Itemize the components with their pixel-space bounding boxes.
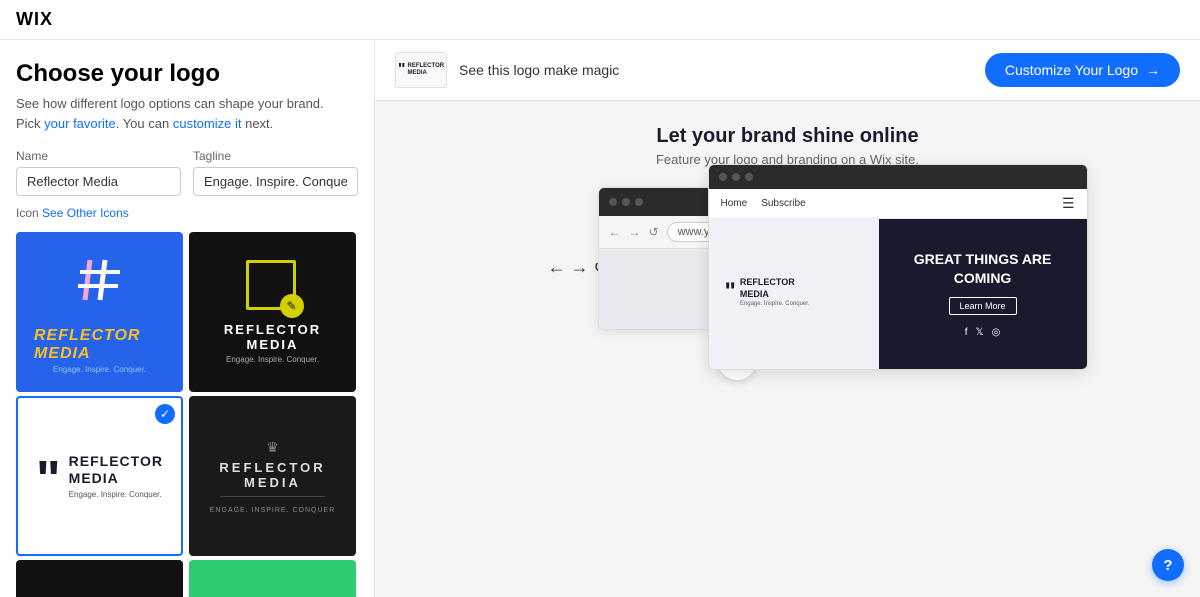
nav-link-subscribe[interactable]: Subscribe — [761, 198, 805, 209]
site-logo-tagline: Engage. Inspire. Conquer. — [740, 301, 810, 307]
site-logo-area: " REFLECTORMEDIA Engage. Inspire. Conque… — [725, 277, 810, 306]
card2-brand-name: REFLECTOR MEDIA — [207, 322, 338, 352]
card3-text: REFLECTORMEDIA Engage. Inspire. Conquer. — [69, 453, 163, 500]
logo-card-1[interactable]: Reflector Media Engage. Inspire. Conquer… — [16, 232, 183, 392]
twitter-icon[interactable]: 𝕏 — [976, 327, 984, 338]
logo-grid: Reflector Media Engage. Inspire. Conquer… — [16, 232, 358, 597]
card2-tagline: Engage. Inspire. Conquer. — [226, 355, 319, 364]
site-logo-name: REFLECTORMEDIA — [740, 277, 810, 300]
card1-tagline: Engage. Inspire. Conquer. — [53, 365, 146, 374]
browser-dot-3 — [635, 198, 643, 206]
subtitle-text2-prefix: Pick — [16, 116, 44, 131]
divider — [220, 496, 325, 497]
customize-button-label: Customize Your Logo — [1005, 62, 1138, 78]
card3-tagline: Engage. Inspire. Conquer. — [69, 490, 163, 499]
brand-shine-section: Let your brand shine online Feature your… — [375, 101, 1200, 597]
nav-back-icon[interactable]: ← — [609, 225, 621, 239]
tagline-label: Tagline — [193, 149, 358, 163]
card4-brand-name: Reflector Media — [207, 460, 338, 490]
doc-icon: ✎ — [246, 260, 300, 314]
site-right-panel: GREAT THINGS ARE COMING Learn More f 𝕏 ◎ — [879, 219, 1087, 369]
tagline-field-group: Tagline — [193, 149, 358, 196]
favorite-link[interactable]: your favorite — [44, 116, 116, 131]
left-panel: Choose your logo See how different logo … — [0, 40, 375, 597]
help-button[interactable]: ? — [1152, 549, 1184, 581]
card3-brand-name: REFLECTORMEDIA — [69, 453, 163, 487]
logo-card-4[interactable]: ♛ Reflector Media ENGAGE. INSPIRE. CONQU… — [189, 396, 356, 556]
subtitle-text1: See how different logo options can shape… — [16, 96, 324, 111]
logo-preview-bar: " REFLECTORMEDIA See this logo make magi… — [375, 40, 1200, 101]
logo-card-2[interactable]: ✎ REFLECTOR MEDIA Engage. Inspire. Conqu… — [189, 232, 356, 392]
site-logo-text-block: REFLECTORMEDIA Engage. Inspire. Conquer. — [740, 277, 810, 306]
icon-row: Icon See Other Icons — [16, 206, 358, 220]
top-bar: WIX — [0, 0, 1200, 40]
site-preview-window: Home Subscribe ☰ " REFLECTORMEDIA — [708, 164, 1088, 370]
customize-button[interactable]: Customize Your Logo → — [985, 53, 1180, 87]
logo-card-5[interactable] — [16, 560, 183, 597]
selected-check: ✓ — [155, 404, 175, 424]
nav-link-home[interactable]: Home — [721, 198, 748, 209]
site-dot-2 — [732, 173, 740, 181]
site-quote-icon: " — [725, 282, 736, 301]
logo-card-6[interactable] — [189, 560, 356, 597]
site-left-panel: " REFLECTORMEDIA Engage. Inspire. Conque… — [709, 219, 879, 369]
site-toolbar — [709, 165, 1087, 189]
site-nav-links: Home Subscribe — [721, 198, 806, 209]
site-nav: Home Subscribe ☰ — [709, 189, 1087, 219]
quote-mark-icon: " — [36, 460, 61, 502]
mini-quote-icon: " — [398, 64, 406, 77]
subtitle-text2-suffix: next. — [241, 116, 273, 131]
browser-area: ← → ↺ ← → ↺ www.yourbrand.com — [508, 187, 1068, 330]
subtitle: See how different logo options can shape… — [16, 94, 358, 133]
brand-shine-title: Let your brand shine online — [656, 125, 918, 148]
see-other-icons-link[interactable]: See Other Icons — [42, 206, 129, 220]
tagline-input[interactable] — [193, 167, 358, 196]
site-body: " REFLECTORMEDIA Engage. Inspire. Conque… — [709, 219, 1087, 369]
card4-tagline: ENGAGE. INSPIRE. CONQUER — [210, 507, 336, 514]
facebook-icon[interactable]: f — [965, 327, 968, 338]
site-dot-1 — [719, 173, 727, 181]
logo-thumb: " REFLECTORMEDIA — [395, 52, 447, 88]
right-panel: " REFLECTORMEDIA See this logo make magi… — [375, 40, 1200, 597]
icon-label: Icon — [16, 206, 39, 220]
site-hero-title: GREAT THINGS ARE COMING — [895, 250, 1071, 286]
card1-brand-name: Reflector Media — [34, 327, 165, 363]
site-social-icons: f 𝕏 ◎ — [965, 327, 1001, 338]
hamburger-icon[interactable]: ☰ — [1062, 195, 1075, 212]
wix-logo: WIX — [16, 9, 53, 30]
main-layout: Choose your logo See how different logo … — [0, 40, 1200, 597]
hash-icon — [70, 250, 130, 319]
subtitle-text2-mid: . You can — [116, 116, 173, 131]
name-field-group: Name — [16, 149, 181, 196]
nav-refresh-icon[interactable]: ↺ — [649, 225, 659, 239]
instagram-icon[interactable]: ◎ — [992, 327, 1001, 338]
customize-link[interactable]: customize it — [173, 116, 242, 131]
nav-forward-icon[interactable]: → — [629, 225, 641, 239]
browser-dot-1 — [609, 198, 617, 206]
fields-row: Name Tagline — [16, 149, 358, 196]
page-title: Choose your logo — [16, 60, 358, 88]
preview-bar-label: See this logo make magic — [459, 62, 619, 78]
logo-card-3[interactable]: ✓ " REFLECTORMEDIA Engage. Inspire. Conq… — [16, 396, 183, 556]
browser-dot-2 — [622, 198, 630, 206]
crown-icon: ♛ — [266, 439, 279, 456]
learn-more-button[interactable]: Learn More — [949, 297, 1017, 315]
name-label: Name — [16, 149, 181, 163]
name-input[interactable] — [16, 167, 181, 196]
preview-left: " REFLECTORMEDIA See this logo make magi… — [395, 52, 619, 88]
button-arrow-icon: → — [1146, 62, 1160, 78]
pen-icon: ✎ — [280, 294, 304, 318]
site-dot-3 — [745, 173, 753, 181]
